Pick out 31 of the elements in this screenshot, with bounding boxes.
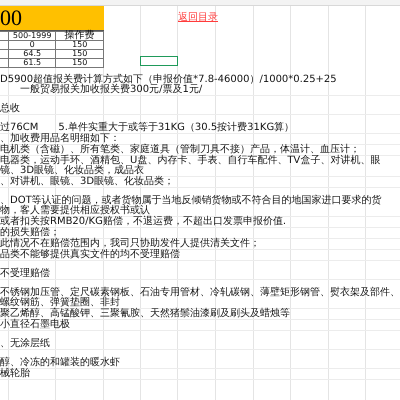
- note-text: 总收: [0, 104, 20, 114]
- note-text: 此情况不在赔偿范围内，我司只协助发件人提供清关文件；: [0, 239, 260, 249]
- note-text: 、无涂层纸: [0, 339, 50, 349]
- table-cell: 64.5: [8, 50, 56, 58]
- note-text: 、DOT等认证的问题，或者货物属于当地反倾销货物或不符合目的地国家进口要求的货物，客人需要提供相应授权书或认: [0, 196, 383, 216]
- note-text: 电器类，运动手环、酒精包、U盘、内存卡、手表、自行车配件、TV盒子、对讲机、眼镜、3D眼镜、化妆品类，成品衣: [0, 156, 382, 176]
- note-text: 品类不能够提供真实文件的均不受理赔偿: [0, 250, 180, 260]
- note-text: 醇、冷冻的和罐装的暖水虾: [0, 358, 120, 368]
- note-text: 电机类（含磁）、所有笔类、家庭道具（管制刀具不接）产品，体温计、血压计；: [0, 145, 360, 155]
- table-cell: 61.5: [8, 58, 56, 68]
- note-text: D5900超值报关费计算方式如下（申报价值*7.8-46000）/1000*0.25+25: [0, 75, 337, 85]
- note-text: 过76CM: [0, 123, 38, 133]
- table-cell: 150: [56, 50, 104, 58]
- note-text: 的损失赔偿；: [0, 228, 60, 238]
- table-cell: 150: [56, 40, 104, 50]
- note-text: 5.单件实重大于或等于31KG（30.5按计费31KG算）: [58, 123, 294, 133]
- table-cell: 0: [8, 40, 56, 50]
- note-text: 械轮胎: [0, 369, 30, 379]
- note-text: 小直径石墨电极: [0, 320, 70, 330]
- table-header-cell: 操作费: [56, 32, 104, 40]
- note-text: 一般贸易报关加收报关费300元/票及1元/: [20, 85, 202, 95]
- note-text: 、加收费用品名明细如下：: [0, 134, 120, 144]
- back-link[interactable]: 返回目录: [178, 12, 218, 24]
- table-cell: 150: [56, 58, 104, 68]
- table-header-cell: 500-1999: [8, 32, 56, 40]
- note-text: 或者扣关按RMB20/KG赔偿，不退运费，不超出口发票申报价值.: [0, 217, 286, 227]
- banner-cell: 00: [0, 6, 104, 31]
- note-text: 不受理赔偿: [0, 269, 50, 279]
- note-text: 、对讲机、眼镜、3D眼镜、化妆品类；: [0, 177, 174, 187]
- note-text: 聚乙烯醇、高锰酸钾、三聚氰胺、天然猪鬃油漆刷及刷头及蜡烛等: [0, 309, 290, 319]
- note-text: 不锈钢加压管、定尺碳素钢板、石油专用管材、冷轧碳钢、薄壁矩形钢管、熨衣架及部件、螺纹钢筋、弹簧垫圈、非封: [0, 288, 400, 308]
